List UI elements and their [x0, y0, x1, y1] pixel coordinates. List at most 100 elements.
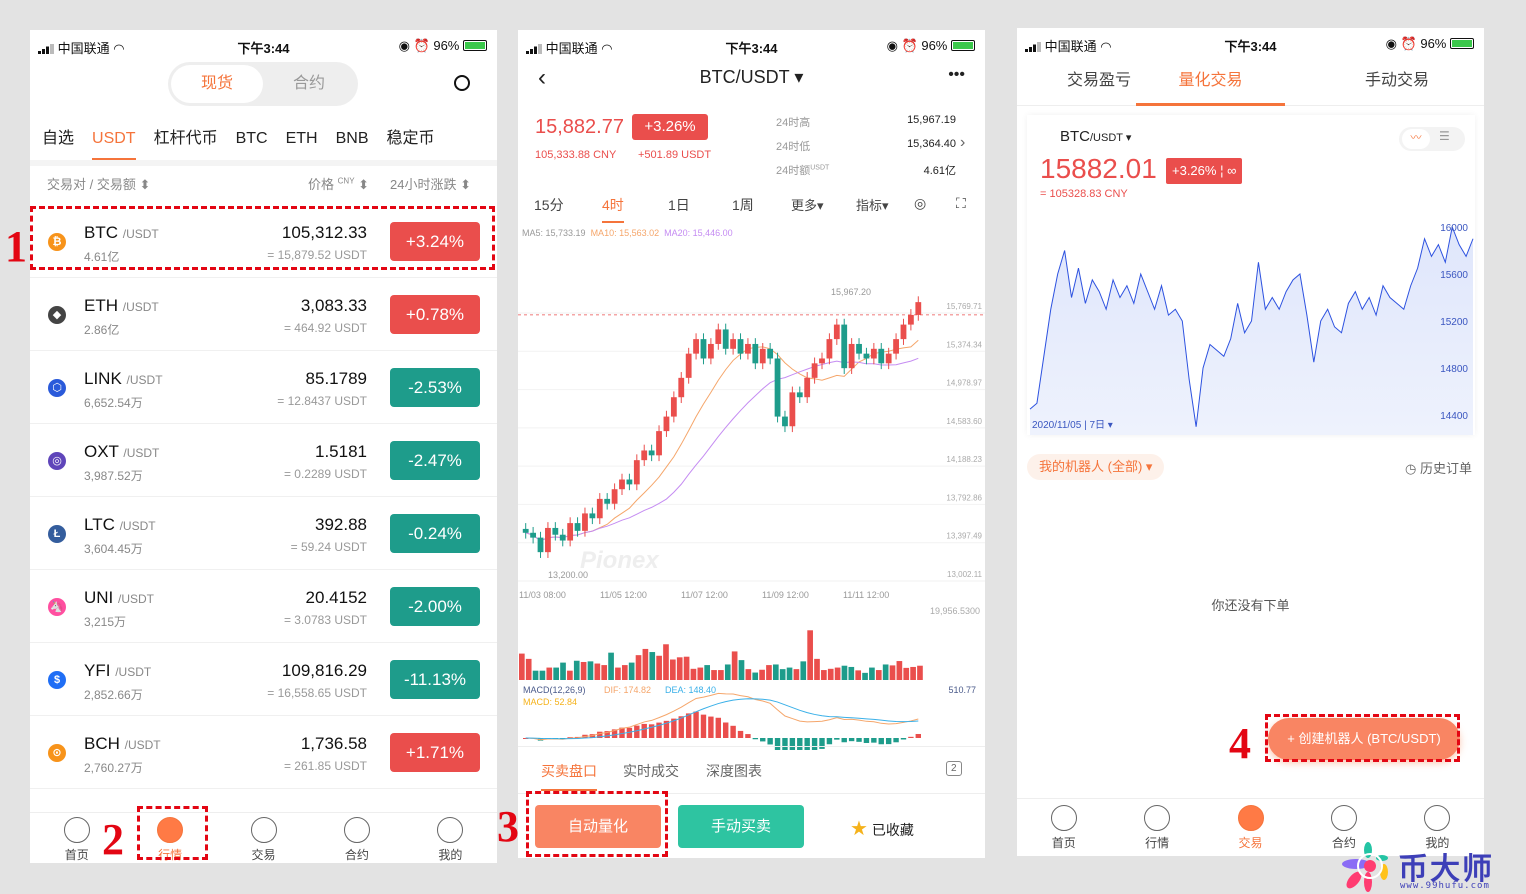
indicator-menu[interactable]: 指标▾: [856, 195, 889, 214]
history-orders-link[interactable]: ◷ 历史订单: [1405, 458, 1472, 477]
interval-1d[interactable]: 1日: [668, 195, 690, 215]
change-badge[interactable]: +0.78%: [390, 295, 480, 334]
change-badge[interactable]: -2.47%: [390, 441, 480, 480]
macd-bar: [878, 738, 884, 745]
tab-btc[interactable]: BTC: [236, 130, 268, 147]
fullscreen-icon[interactable]: ⛶: [956, 195, 966, 212]
tab-quant[interactable]: 量化交易: [1136, 66, 1285, 106]
ticker-row-eth[interactable]: ◆ ETH /USDT 2.86亿 3,083.33 = 464.92 USDT…: [30, 278, 497, 351]
change-badge[interactable]: +1.71%: [390, 733, 480, 772]
candle: [789, 392, 796, 427]
interval-15m[interactable]: 15分: [534, 195, 564, 215]
volume: 2,760.27万: [84, 761, 143, 775]
ticker-row-uni[interactable]: 🦄 UNI /USDT 3,215万 20.4152 = 3.0783 USDT…: [30, 570, 497, 643]
tab-favorites[interactable]: 自选: [42, 130, 74, 147]
more-icon[interactable]: •••: [948, 66, 965, 84]
tab-trades[interactable]: 实时成交: [623, 761, 679, 781]
volume-bar: [772, 664, 779, 680]
change-badge[interactable]: -0.24%: [390, 514, 480, 553]
contract-icon: [343, 817, 370, 843]
change-badge[interactable]: -2.00%: [390, 587, 480, 626]
market-icon: [1144, 805, 1171, 831]
volume-bar: [848, 666, 855, 680]
search-icon[interactable]: [454, 75, 470, 91]
manual-trade-button[interactable]: 手动买卖: [678, 805, 804, 848]
x-tick-label: 11/03 08:00: [519, 590, 566, 600]
line-chart-icon[interactable]: 〰: [1402, 129, 1430, 149]
chart-type-toggle[interactable]: 〰 ☰: [1399, 127, 1465, 151]
status-bar: 中国联通 ◠ 下午3:44 ◉ ⏰ 96%: [30, 30, 497, 62]
divider: [30, 160, 497, 166]
favorite-button[interactable]: ★ 已收藏: [850, 816, 914, 841]
candle: [670, 397, 677, 417]
volume-bar: [580, 661, 587, 680]
depth-count-icon[interactable]: 2: [946, 761, 962, 776]
nav-market[interactable]: 行情: [1110, 805, 1203, 856]
interval-more[interactable]: 更多▾: [791, 195, 824, 214]
candle: [878, 348, 885, 364]
candle: [596, 498, 603, 519]
y-tick-label: 15200: [1440, 317, 1468, 328]
pair-selector[interactable]: BTC/USDT ▾: [1060, 128, 1131, 145]
candlestick-chart[interactable]: 15,769.71 15,374.34 14,978.97 14,583.60 14,1…: [518, 240, 985, 750]
contract-icon: [1330, 805, 1357, 831]
tab-order-book[interactable]: 买卖盘口: [541, 761, 597, 791]
tab-leveraged[interactable]: 杠杆代币: [154, 130, 218, 147]
tab-bnb[interactable]: BNB: [336, 130, 369, 147]
price-usdt: = 0.2289 USDT: [283, 467, 367, 481]
price-line-chart[interactable]: 16000 15600 15200 14800 14400 2020/11/05 | 7日…: [1027, 210, 1475, 435]
ticker-row-ltc[interactable]: Ł LTC /USDT 3,604.45万 392.88 = 59.24 USD…: [30, 497, 497, 570]
volume-bar: [608, 652, 614, 680]
ticker-row-bch[interactable]: ⊙ BCH /USDT 2,760.27万 1,736.58 = 261.85 …: [30, 716, 497, 789]
candle: [893, 339, 899, 354]
tab-pnl[interactable]: 交易盈亏: [1067, 66, 1131, 90]
macd-bar: [715, 717, 721, 738]
volume-bar: [670, 659, 676, 680]
ticker-row-yfi[interactable]: $ YFI /USDT 2,852.66万 109,816.29 = 16,55…: [30, 643, 497, 716]
hide-eye-icon[interactable]: ◎: [914, 195, 926, 212]
tab-stablecoin[interactable]: 稳定币: [387, 130, 435, 147]
macd-legend-macd_label: MACD(12,26,9): [523, 685, 586, 695]
tab-depth[interactable]: 深度图表: [706, 761, 762, 781]
range-selector[interactable]: 2020/11/05 | 7日 ▾: [1032, 420, 1113, 431]
alarm-icon: ◉ ⏰: [398, 38, 430, 53]
tab-manual[interactable]: 手动交易: [1365, 66, 1429, 90]
volume-bar: [841, 665, 848, 680]
segment-contract[interactable]: 合约: [263, 65, 355, 103]
stats-24h: 24时高 15,967.19 24时低 15,364.40 24时额USDT 4.61…: [776, 114, 956, 177]
segment-spot[interactable]: 现货: [171, 65, 263, 103]
stats-chevron-icon[interactable]: ›: [960, 134, 965, 152]
battery-level: 96%: [1420, 36, 1447, 51]
tab-eth[interactable]: ETH: [286, 130, 318, 147]
candle: [907, 314, 914, 325]
change-badge[interactable]: -11.13%: [390, 660, 480, 699]
sort-change[interactable]: 24小时涨跌 ⬍: [390, 174, 471, 193]
candle: [826, 339, 833, 359]
sort-price[interactable]: 价格 CNY ⬍: [308, 174, 369, 193]
nav-trade[interactable]: 交易: [1204, 805, 1297, 856]
volume-bar: [834, 667, 841, 680]
profile-icon: [1424, 805, 1451, 831]
macd-bar: [908, 736, 914, 738]
price-usdt: = 16,558.65 USDT: [267, 686, 367, 700]
nav-profile[interactable]: 我的: [404, 817, 497, 863]
ticker-row-link[interactable]: ⬡ LINK /USDT 6,652.54万 85.1789 = 12.8437…: [30, 351, 497, 424]
nav-trade[interactable]: 交易: [217, 817, 310, 863]
ethereum-icon: ◆: [48, 306, 66, 324]
area-fill: [1030, 227, 1473, 435]
ticker-row-oxt[interactable]: ◎ OXT /USDT 3,987.52万 1.5181 = 0.2289 US…: [30, 424, 497, 497]
nav-contract[interactable]: 合约: [310, 817, 403, 863]
tab-usdt[interactable]: USDT: [92, 130, 136, 161]
sort-pair[interactable]: 交易对 / 交易额 ⬍: [47, 174, 150, 193]
volume-bar: [573, 660, 580, 680]
nav-home[interactable]: 首页: [1017, 805, 1110, 856]
list-icon[interactable]: ☰: [1439, 129, 1450, 143]
change-badge[interactable]: -2.53%: [390, 368, 480, 407]
last-price: 15,882.77: [535, 116, 624, 138]
y-tick-label: 13,792.86: [946, 493, 982, 502]
volume-bar: [553, 667, 559, 680]
interval-4h[interactable]: 4时: [602, 195, 624, 223]
pair-selector[interactable]: BTC/USDT ▾: [518, 67, 985, 88]
interval-1w[interactable]: 1周: [732, 195, 754, 215]
my-bots-filter[interactable]: 我的机器人 (全部) ▾: [1027, 454, 1165, 480]
